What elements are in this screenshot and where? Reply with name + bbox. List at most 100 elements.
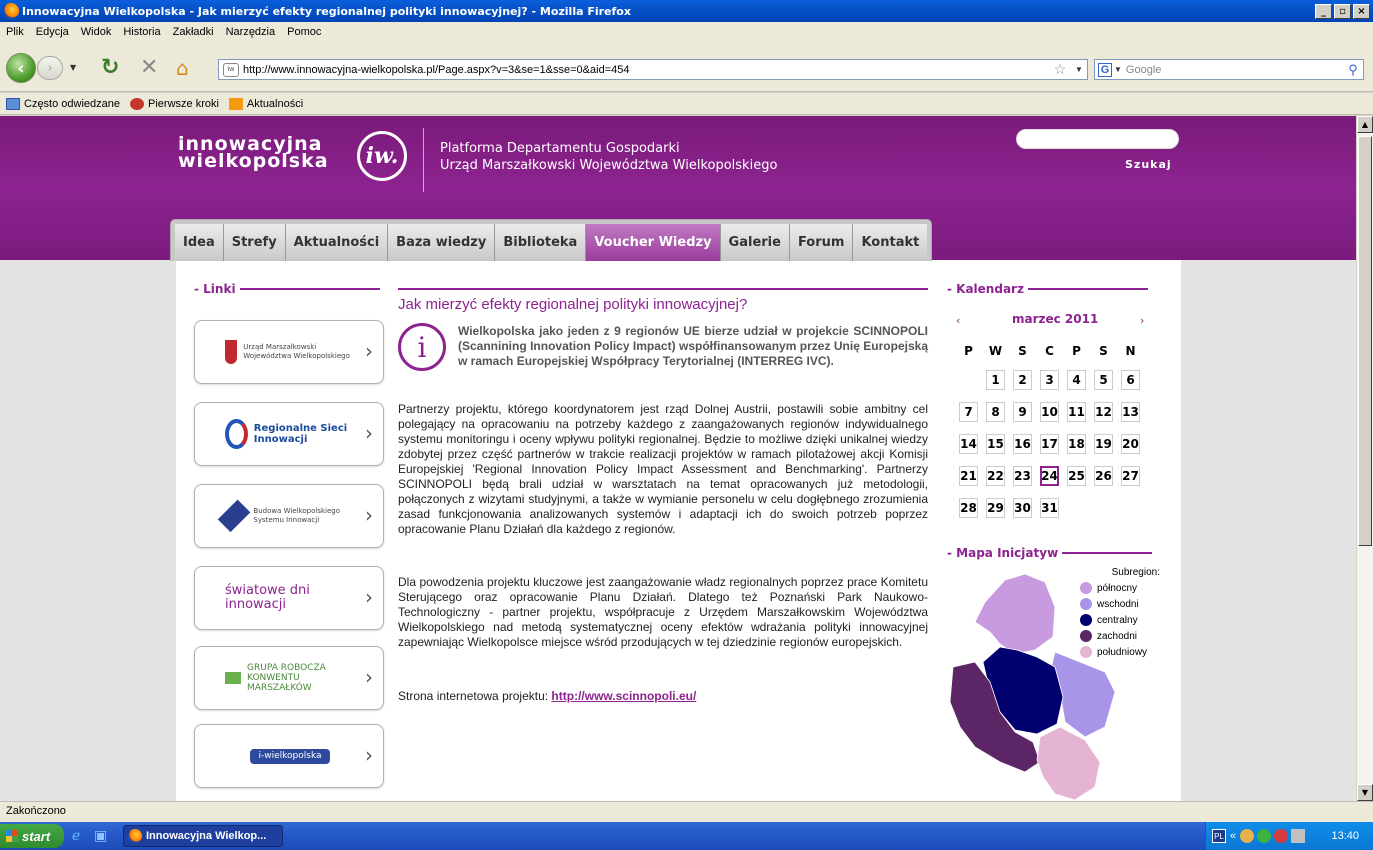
search-icon[interactable]: ⚲ — [1343, 62, 1363, 78]
search-placeholder[interactable]: Google — [1126, 64, 1343, 76]
start-button[interactable]: start — [0, 824, 64, 848]
calendar-day[interactable]: 6 — [1121, 370, 1140, 390]
tab-idea[interactable]: Idea — [175, 224, 224, 261]
bookmark-getting-started[interactable]: Pierwsze kroki — [130, 97, 219, 110]
tab-galerie[interactable]: Galerie — [720, 224, 790, 261]
calendar-day[interactable]: 13 — [1121, 402, 1140, 422]
calendar-day[interactable]: 7 — [959, 402, 978, 422]
tray-icon-2[interactable] — [1257, 829, 1272, 843]
calendar-day[interactable]: 14 — [959, 434, 978, 454]
tray-icon-4[interactable] — [1291, 829, 1306, 843]
minimize-button[interactable]: _ — [1315, 3, 1332, 19]
tab-baza-wiedzy[interactable]: Baza wiedzy — [388, 224, 496, 261]
legend-label: wschodni — [1097, 598, 1139, 610]
search-engine-dropdown-icon[interactable]: ▼ — [1114, 65, 1122, 74]
calendar-day[interactable]: 1 — [986, 370, 1005, 390]
back-button[interactable]: ‹ — [6, 53, 36, 83]
logo-mark-icon[interactable]: iw. — [357, 131, 407, 181]
site-logo[interactable]: innowacyjna wielkopolska — [178, 135, 329, 171]
calendar-day[interactable]: 16 — [1013, 434, 1032, 454]
maximize-button[interactable]: ▫ — [1334, 3, 1351, 19]
url-dropdown-icon[interactable]: ▼ — [1071, 65, 1087, 74]
google-engine-icon[interactable]: G — [1098, 62, 1112, 77]
calendar-prev-icon[interactable]: ‹ — [956, 314, 960, 327]
history-dropdown-icon[interactable]: ▼ — [70, 63, 76, 72]
calendar-day[interactable]: 15 — [986, 434, 1005, 454]
link-budowa-systemu[interactable]: Budowa Wielkopolskiego Systemu Innowacji… — [194, 484, 384, 548]
tab-voucher-wiedzy[interactable]: Voucher Wiedzy — [586, 224, 721, 261]
calendar-day[interactable]: 23 — [1013, 466, 1032, 486]
link-swiatowe-dni[interactable]: światowe dni innowacji › — [194, 566, 384, 630]
calendar-day[interactable]: 10 — [1040, 402, 1059, 422]
vertical-scrollbar[interactable]: ▲ ▼ — [1356, 116, 1373, 801]
calendar-day[interactable]: 3 — [1040, 370, 1059, 390]
map-region-north[interactable] — [974, 573, 1056, 655]
tab-strefy[interactable]: Strefy — [223, 224, 286, 261]
calendar-day[interactable]: 28 — [959, 498, 978, 518]
link-urzad-marszalkowski[interactable]: Urząd Marszałkowski Województwa Wielkopo… — [194, 320, 384, 384]
menu-help[interactable]: Pomoc — [287, 26, 321, 38]
calendar-day[interactable]: 29 — [986, 498, 1005, 518]
tab-forum[interactable]: Forum — [789, 224, 854, 261]
calendar-day[interactable]: 12 — [1094, 402, 1113, 422]
calendar-day[interactable]: 24 — [1040, 466, 1059, 486]
link-grupa-robocza[interactable]: GRUPA ROBOCZA KONWENTU MARSZAŁKÓW › — [194, 646, 384, 710]
address-bar[interactable]: iw http://www.innowacyjna-wielkopolska.p… — [218, 59, 1088, 80]
calendar-day[interactable]: 22 — [986, 466, 1005, 486]
menu-file[interactable]: Plik — [6, 26, 24, 38]
site-identity-icon[interactable]: iw — [223, 62, 239, 77]
link-i-wielkopolska[interactable]: i-wielkopolska › — [194, 724, 384, 788]
scroll-up-icon[interactable]: ▲ — [1357, 116, 1373, 133]
calendar-next-icon[interactable]: › — [1140, 314, 1144, 327]
bookmark-most-visited[interactable]: Często odwiedzane — [6, 97, 120, 110]
calendar-day[interactable]: 25 — [1067, 466, 1086, 486]
calendar-day[interactable]: 18 — [1067, 434, 1086, 454]
close-button[interactable]: × — [1353, 3, 1370, 19]
calendar-day[interactable]: 21 — [959, 466, 978, 486]
taskbar-firefox-window[interactable]: Innowacyjna Wielkop... — [123, 825, 283, 847]
menu-tools[interactable]: Narzędzia — [226, 26, 276, 38]
tray-expand-icon[interactable]: « — [1230, 830, 1236, 842]
menu-view[interactable]: Widok — [81, 26, 112, 38]
tray-icon-1[interactable] — [1240, 829, 1255, 843]
scroll-down-icon[interactable]: ▼ — [1357, 784, 1373, 801]
tab-kontakt[interactable]: Kontakt — [853, 224, 928, 261]
calendar-day[interactable]: 4 — [1067, 370, 1086, 390]
search-box[interactable]: G ▼ Google ⚲ — [1094, 59, 1364, 80]
home-icon[interactable]: ⌂ — [176, 56, 189, 80]
scroll-thumb[interactable] — [1358, 136, 1372, 546]
calendar-day[interactable]: 20 — [1121, 434, 1140, 454]
calendar-day[interactable]: 26 — [1094, 466, 1113, 486]
language-indicator[interactable]: PL — [1212, 829, 1226, 843]
project-website-link[interactable]: http://www.scinnopoli.eu/ — [551, 689, 696, 703]
start-label: start — [22, 828, 51, 844]
site-search-input[interactable] — [1016, 129, 1179, 149]
calendar-day[interactable]: 30 — [1013, 498, 1032, 518]
stop-icon[interactable]: ✕ — [140, 55, 158, 80]
link-regionalne-sieci[interactable]: Regionalne Sieci Innowacji › — [194, 402, 384, 466]
menu-history[interactable]: Historia — [123, 26, 160, 38]
calendar-day[interactable]: 8 — [986, 402, 1005, 422]
calendar-day[interactable]: 5 — [1094, 370, 1113, 390]
calendar-day[interactable]: 11 — [1067, 402, 1086, 422]
tab-biblioteka[interactable]: Biblioteka — [495, 224, 587, 261]
calendar-day[interactable]: 17 — [1040, 434, 1059, 454]
calendar-day[interactable]: 2 — [1013, 370, 1032, 390]
calendar-day[interactable]: 19 — [1094, 434, 1113, 454]
calendar-day[interactable]: 9 — [1013, 402, 1032, 422]
url-text[interactable]: http://www.innowacyjna-wielkopolska.pl/P… — [243, 64, 1049, 76]
map-region-south[interactable] — [1036, 726, 1101, 801]
tray-icon-3[interactable] — [1274, 829, 1289, 843]
forward-button[interactable]: › — [37, 56, 63, 80]
calendar-day[interactable]: 27 — [1121, 466, 1140, 486]
calendar-day[interactable]: 31 — [1040, 498, 1059, 518]
ie-quicklaunch-icon[interactable]: ℯ — [72, 828, 80, 844]
bookmark-news[interactable]: Aktualności — [228, 97, 303, 110]
bookmark-star-icon[interactable]: ☆ — [1049, 61, 1071, 78]
reload-icon[interactable]: ↻ — [101, 55, 119, 80]
menu-bookmarks[interactable]: Zakładki — [173, 26, 214, 38]
desktop-quicklaunch-icon[interactable]: ▣ — [94, 828, 107, 844]
site-search-button[interactable]: Szukaj — [1125, 158, 1172, 171]
menu-edit[interactable]: Edycja — [36, 26, 69, 38]
tab-aktualnosci[interactable]: Aktualności — [285, 224, 389, 261]
